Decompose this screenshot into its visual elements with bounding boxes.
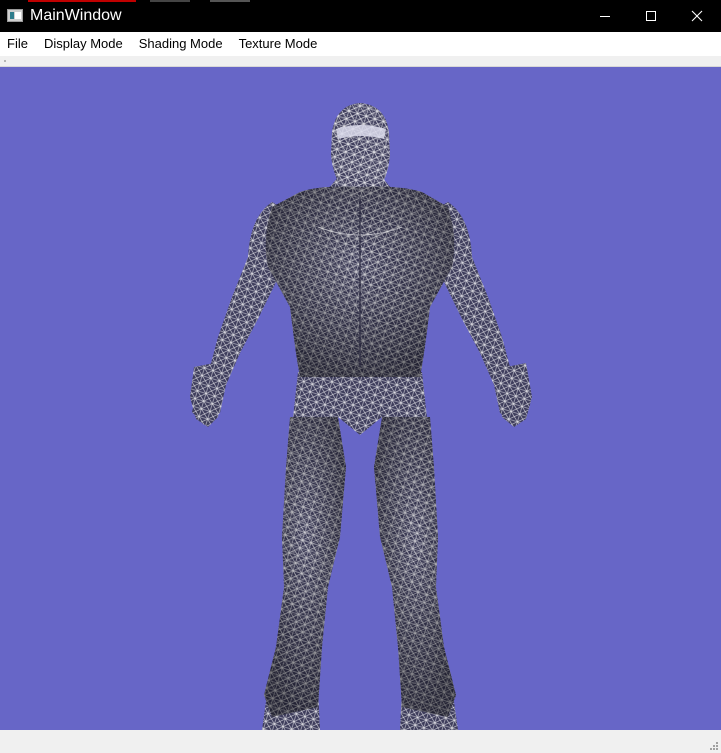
close-icon <box>691 10 703 22</box>
menu-file[interactable]: File <box>0 32 36 56</box>
menu-display-mode[interactable]: Display Mode <box>36 32 131 56</box>
gl-viewport[interactable] <box>0 67 721 730</box>
wireframe-render <box>0 67 721 730</box>
menu-bar: File Display Mode Shading Mode Texture M… <box>0 32 721 56</box>
window-title: MainWindow <box>30 7 122 24</box>
minimize-button[interactable] <box>582 0 628 32</box>
maximize-icon <box>646 11 656 21</box>
status-bar <box>0 730 721 753</box>
close-button[interactable] <box>674 0 720 32</box>
taskbar-accent-stripe <box>210 0 250 2</box>
app-window-icon[interactable] <box>7 9 23 22</box>
minimize-icon <box>600 16 610 17</box>
resize-grip-icon[interactable] <box>707 739 719 751</box>
toolbar-area <box>0 56 721 67</box>
menu-texture-mode[interactable]: Texture Mode <box>231 32 326 56</box>
toolbar-grip-icon[interactable] <box>4 60 6 62</box>
taskbar-accent-stripe <box>28 0 136 2</box>
taskbar-accent-stripe <box>150 0 190 2</box>
menu-shading-mode[interactable]: Shading Mode <box>131 32 231 56</box>
maximize-button[interactable] <box>628 0 674 32</box>
title-bar[interactable]: MainWindow <box>0 0 721 32</box>
